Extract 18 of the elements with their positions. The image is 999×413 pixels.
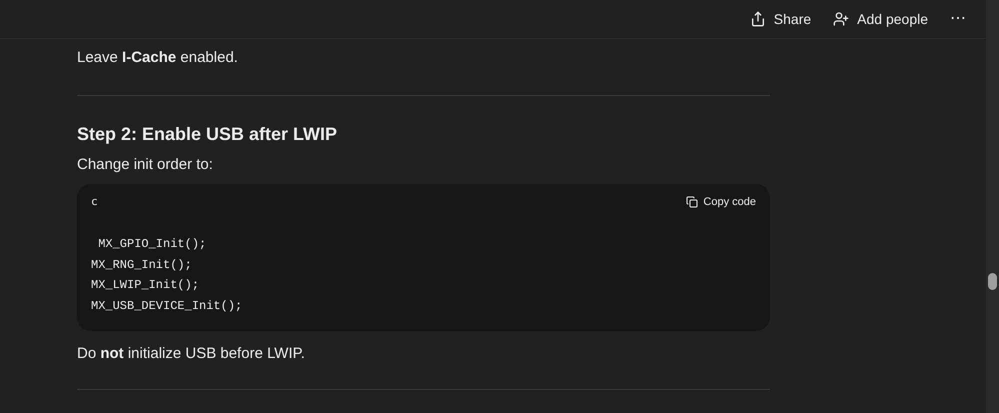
copy-icon bbox=[686, 196, 698, 208]
more-button[interactable]: ⋯ bbox=[950, 11, 966, 27]
scrollbar-thumb[interactable] bbox=[988, 273, 997, 290]
section-heading: Step 2: Enable USB after LWIP bbox=[77, 123, 338, 146]
paragraph: Change init order to: bbox=[77, 155, 214, 175]
scrollbar[interactable] bbox=[986, 0, 999, 413]
code-line: MX_LWIP_Init(); bbox=[91, 277, 200, 294]
code-line: MX_GPIO_Init(); bbox=[97, 236, 206, 253]
share-button[interactable]: Share bbox=[750, 8, 812, 30]
code-line: MX_RNG_Init(); bbox=[91, 256, 192, 274]
paragraph: Leave I-Cache enabled. bbox=[77, 48, 239, 68]
copy-code-button[interactable]: Copy code bbox=[686, 194, 756, 210]
add-person-icon bbox=[833, 11, 850, 27]
paragraph: Do not initialize USB before LWIP. bbox=[77, 344, 306, 364]
share-icon bbox=[750, 11, 766, 27]
code-line: MX_USB_DEVICE_Init(); bbox=[91, 298, 242, 314]
code-language: c bbox=[91, 194, 98, 210]
add-people-button[interactable]: Add people bbox=[833, 8, 928, 30]
